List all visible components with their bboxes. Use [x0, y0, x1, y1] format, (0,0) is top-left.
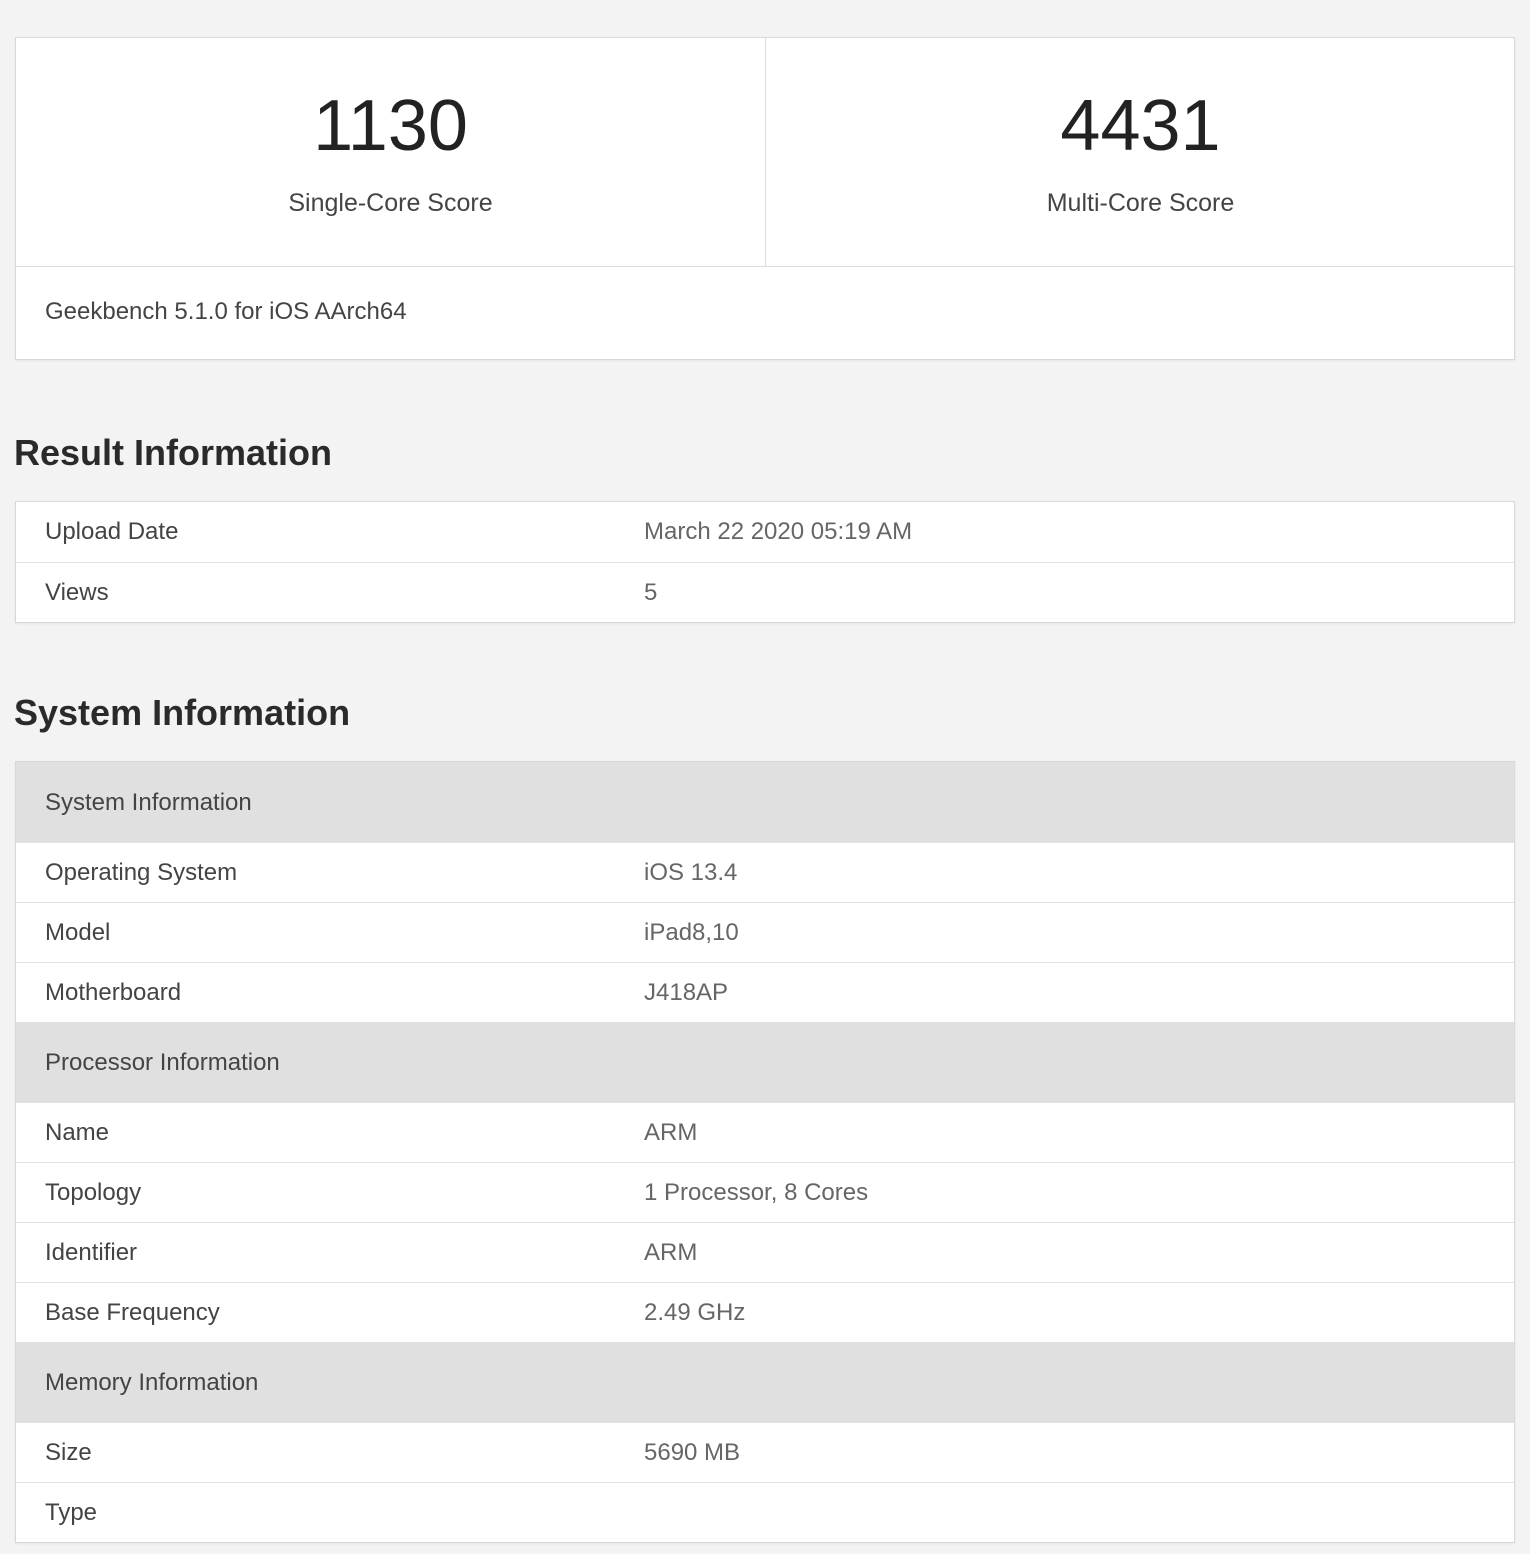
group-header-label: System Information [45, 789, 252, 816]
row-key: Model [45, 919, 111, 946]
table-row: Motherboard J418AP [16, 962, 1514, 1022]
score-row: 1130 Single-Core Score 4431 Multi-Core S… [16, 38, 1514, 267]
group-header-label: Processor Information [45, 1049, 280, 1076]
score-card: 1130 Single-Core Score 4431 Multi-Core S… [15, 37, 1515, 360]
multi-core-value: 4431 [1060, 86, 1221, 166]
row-key: Upload Date [45, 518, 179, 545]
group-header-label: Memory Information [45, 1369, 259, 1396]
row-value: iPad8,10 [644, 919, 739, 946]
system-information-table: System Information Operating System iOS … [15, 761, 1515, 1543]
row-value: ARM [644, 1119, 698, 1146]
row-value: March 22 2020 05:19 AM [644, 518, 913, 545]
table-row: Base Frequency 2.49 GHz [16, 1282, 1514, 1342]
table-row: Model iPad8,10 [16, 902, 1514, 962]
single-core-value: 1130 [313, 86, 468, 166]
row-value: 5690 MB [644, 1439, 741, 1466]
row-value: 1 Processor, 8 Cores [644, 1179, 869, 1206]
multi-core-label: Multi-Core Score [1046, 189, 1235, 217]
result-information-table: Upload Date March 22 2020 05:19 AM Views… [15, 501, 1515, 623]
result-information-title: Result Information [14, 432, 333, 473]
row-key: Motherboard [45, 979, 182, 1006]
multi-core-score: 4431 Multi-Core Score [766, 38, 1515, 266]
row-key: Base Frequency [45, 1299, 220, 1326]
table-row: Type [16, 1482, 1514, 1542]
row-key: Type [45, 1499, 98, 1526]
row-key: Size [45, 1439, 92, 1466]
table-row: Topology 1 Processor, 8 Cores [16, 1162, 1514, 1222]
row-value: ARM [644, 1239, 698, 1266]
system-information-title: System Information [14, 692, 351, 733]
single-core-score: 1130 Single-Core Score [16, 38, 766, 266]
row-value: 5 [644, 579, 658, 606]
single-core-label: Single-Core Score [288, 189, 493, 217]
row-value: iOS 13.4 [644, 859, 738, 886]
row-key: Views [45, 579, 109, 606]
group-header-system: System Information [16, 762, 1514, 842]
table-row: Upload Date March 22 2020 05:19 AM [16, 502, 1514, 562]
group-header-memory: Memory Information [16, 1342, 1514, 1422]
table-row: Identifier ARM [16, 1222, 1514, 1282]
table-row: Operating System iOS 13.4 [16, 842, 1514, 902]
row-value: J418AP [644, 979, 729, 1006]
row-key: Topology [45, 1179, 142, 1206]
row-key: Operating System [45, 859, 238, 886]
table-row: Name ARM [16, 1102, 1514, 1162]
row-key: Identifier [45, 1239, 138, 1266]
benchmark-version: Geekbench 5.1.0 for iOS AArch64 [45, 298, 407, 325]
group-header-processor: Processor Information [16, 1022, 1514, 1102]
row-key: Name [45, 1119, 110, 1146]
table-row: Size 5690 MB [16, 1422, 1514, 1482]
row-value: 2.49 GHz [644, 1299, 746, 1326]
table-row: Views 5 [16, 562, 1514, 622]
